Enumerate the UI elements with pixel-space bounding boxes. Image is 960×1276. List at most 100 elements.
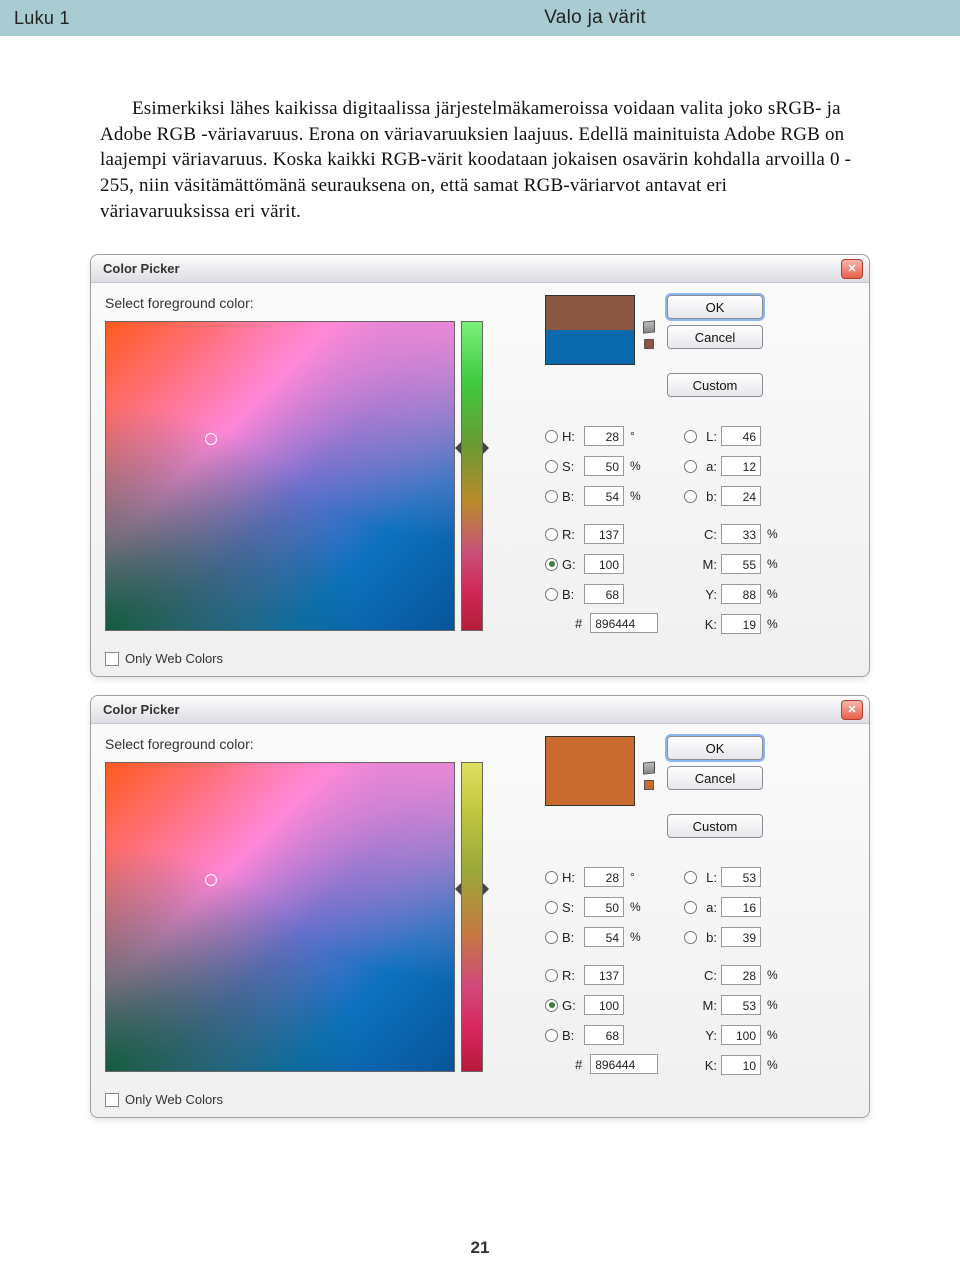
h-label: H: [562, 870, 580, 885]
blue-radio[interactable] [545, 588, 558, 601]
h-input[interactable]: 28 [584, 426, 624, 446]
dialog-title: Color Picker [103, 261, 180, 276]
g-input[interactable]: 100 [584, 995, 624, 1015]
r-input[interactable]: 137 [584, 965, 624, 985]
b2-input[interactable]: 39 [721, 927, 761, 947]
h-radio[interactable] [545, 430, 558, 443]
k-label: K: [701, 617, 717, 632]
degree-unit: ° [628, 429, 648, 443]
m-input[interactable]: 55 [721, 554, 761, 574]
g-radio[interactable] [545, 558, 558, 571]
pct-unit: % [628, 459, 648, 473]
b-input[interactable]: 54 [584, 927, 624, 947]
page-number: 21 [0, 1238, 960, 1258]
color-picker-dialog: Color Picker ✕ Select foreground color: [90, 695, 870, 1118]
r-input[interactable]: 137 [584, 524, 624, 544]
hex-input[interactable]: 896444 [590, 613, 658, 633]
b2-radio[interactable] [684, 931, 697, 944]
b2-radio[interactable] [684, 490, 697, 503]
a-radio[interactable] [684, 901, 697, 914]
b2-label: b: [701, 930, 717, 945]
l-radio[interactable] [684, 871, 697, 884]
cancel-button[interactable]: Cancel [667, 766, 763, 790]
h-radio[interactable] [545, 871, 558, 884]
l-input[interactable]: 46 [721, 426, 761, 446]
pct-unit: % [765, 587, 785, 601]
ok-button[interactable]: OK [667, 295, 763, 319]
body-paragraph: Esimerkiksi lähes kaikissa digitaalissa … [0, 36, 960, 254]
slider-caret-icon [455, 442, 461, 454]
pct-unit: % [628, 930, 648, 944]
blue-label: B: [562, 587, 580, 602]
hue-slider[interactable] [461, 762, 483, 1072]
h-input[interactable]: 28 [584, 867, 624, 887]
r-radio[interactable] [545, 528, 558, 541]
close-icon[interactable]: ✕ [841, 700, 863, 720]
s-input[interactable]: 50 [584, 456, 624, 476]
blue-input[interactable]: 68 [584, 1025, 624, 1045]
close-icon[interactable]: ✕ [841, 259, 863, 279]
custom-button[interactable]: Custom [667, 814, 763, 838]
swatch-mini-icon[interactable] [644, 339, 654, 349]
a-radio[interactable] [684, 460, 697, 473]
a-input[interactable]: 16 [721, 897, 761, 917]
cube-icon[interactable] [643, 762, 655, 775]
a-input[interactable]: 12 [721, 456, 761, 476]
pct-unit: % [765, 527, 785, 541]
s-input[interactable]: 50 [584, 897, 624, 917]
g-label: G: [562, 557, 580, 572]
r-label: R: [562, 968, 580, 983]
c-input[interactable]: 28 [721, 965, 761, 985]
hue-slider[interactable] [461, 321, 483, 631]
dialog-title: Color Picker [103, 702, 180, 717]
m-input[interactable]: 53 [721, 995, 761, 1015]
ok-button[interactable]: OK [667, 736, 763, 760]
degree-unit: ° [628, 870, 648, 884]
cancel-button[interactable]: Cancel [667, 325, 763, 349]
only-web-colors-checkbox[interactable] [105, 652, 119, 666]
value-fields: H: 28 ° L: 46 S: 50 % a: 12 [545, 421, 855, 633]
hex-input[interactable]: 896444 [590, 1054, 658, 1074]
y-label: Y: [701, 587, 717, 602]
titlebar: Color Picker ✕ [91, 255, 869, 283]
custom-button[interactable]: Custom [667, 373, 763, 397]
c-input[interactable]: 33 [721, 524, 761, 544]
color-swatch [545, 295, 635, 365]
b-input[interactable]: 54 [584, 486, 624, 506]
l-radio[interactable] [684, 430, 697, 443]
g-label: G: [562, 998, 580, 1013]
s-radio[interactable] [545, 901, 558, 914]
chapter-label: Luku 1 [14, 8, 70, 29]
blue-input[interactable]: 68 [584, 584, 624, 604]
color-swatch [545, 736, 635, 806]
l-input[interactable]: 53 [721, 867, 761, 887]
b-radio[interactable] [545, 490, 558, 503]
pct-unit: % [628, 489, 648, 503]
pct-unit: % [765, 1058, 785, 1072]
cube-icon[interactable] [643, 321, 655, 334]
b-label: B: [562, 489, 580, 504]
only-web-colors-checkbox[interactable] [105, 1093, 119, 1107]
blue-radio[interactable] [545, 1029, 558, 1042]
b2-input[interactable]: 24 [721, 486, 761, 506]
color-field[interactable] [105, 321, 455, 631]
color-field[interactable] [105, 762, 455, 1072]
l-label: L: [701, 429, 717, 444]
r-radio[interactable] [545, 969, 558, 982]
m-label: M: [701, 998, 717, 1013]
swatch-mini-icon[interactable] [644, 780, 654, 790]
k-input[interactable]: 19 [721, 614, 761, 634]
blue-label: B: [562, 1028, 580, 1043]
k-input[interactable]: 10 [721, 1055, 761, 1075]
b-radio[interactable] [545, 931, 558, 944]
g-radio[interactable] [545, 999, 558, 1012]
y-input[interactable]: 100 [721, 1025, 761, 1045]
y-input[interactable]: 88 [721, 584, 761, 604]
k-label: K: [701, 1058, 717, 1073]
a-label: a: [701, 900, 717, 915]
s-radio[interactable] [545, 460, 558, 473]
hash-label: # [575, 1057, 582, 1072]
pct-unit: % [765, 1028, 785, 1042]
pct-unit: % [765, 557, 785, 571]
g-input[interactable]: 100 [584, 554, 624, 574]
